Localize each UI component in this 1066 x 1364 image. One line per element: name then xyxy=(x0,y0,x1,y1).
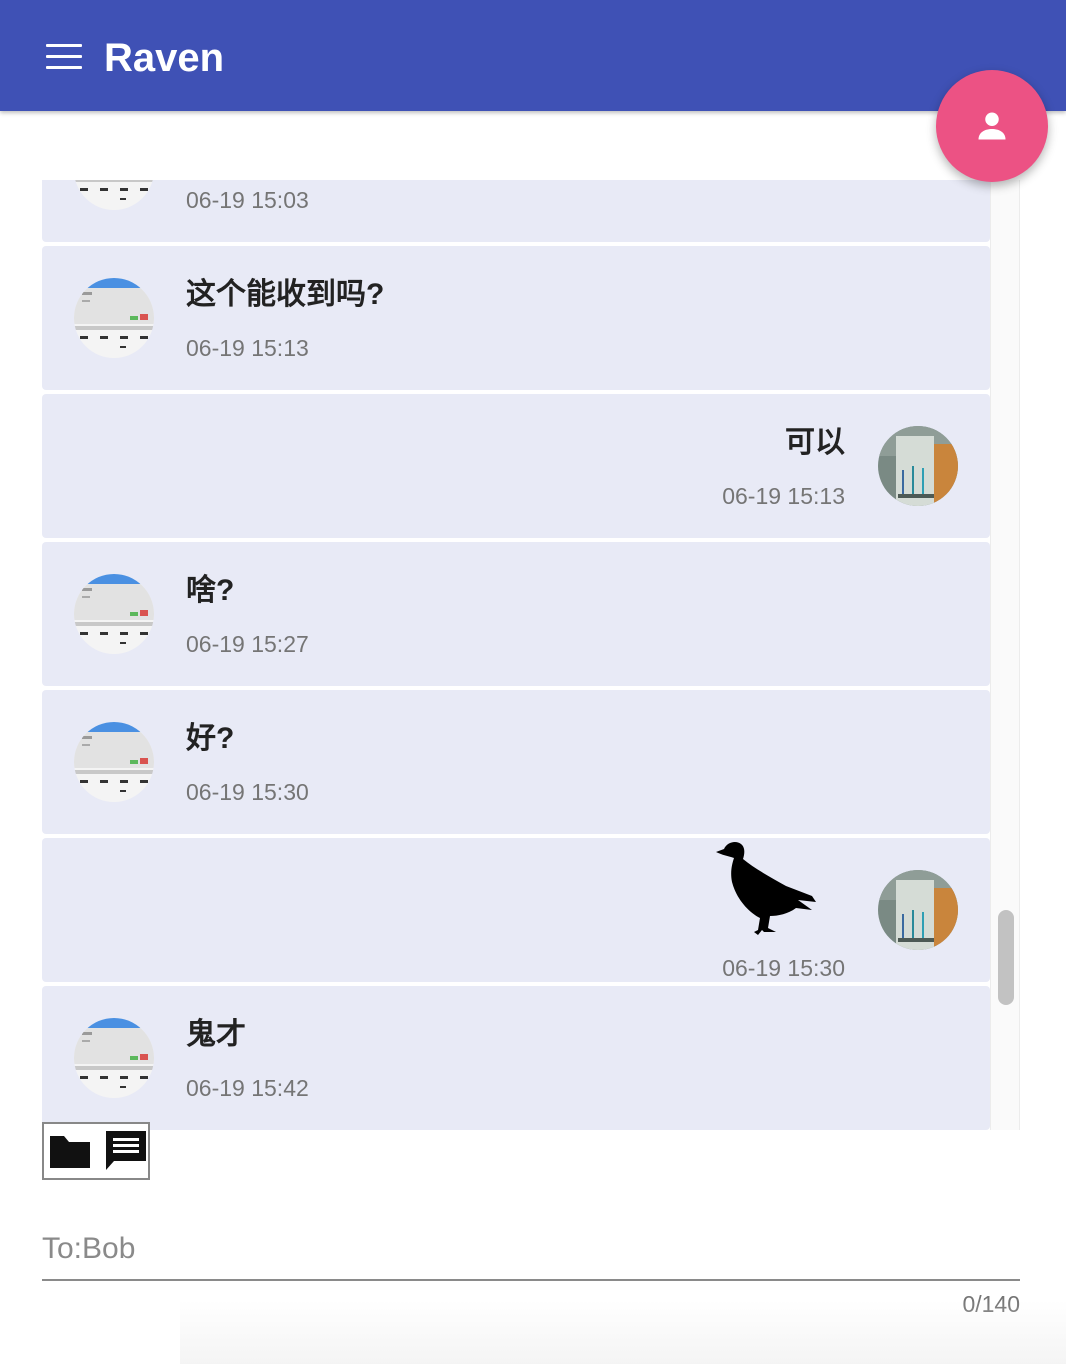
self-avatar xyxy=(878,426,958,506)
file-mode-button[interactable] xyxy=(46,1128,94,1174)
message-item[interactable]: 可以 06-19 15:13 xyxy=(42,394,990,538)
person-icon xyxy=(978,112,1006,140)
character-counter: 0/140 xyxy=(962,1291,1020,1317)
scrollbar-thumb[interactable] xyxy=(998,910,1014,1005)
message-time: 06-19 15:30 xyxy=(186,779,309,805)
message-item[interactable]: 这个能收到吗? 06-19 15:13 xyxy=(42,246,990,390)
message-item[interactable]: 06-19 15:30 xyxy=(42,838,990,982)
menu-icon[interactable] xyxy=(46,44,82,72)
message-icon xyxy=(106,1131,146,1170)
message-mode-toggle xyxy=(42,1122,150,1180)
raven-icon xyxy=(714,838,818,936)
message-time: 06-19 15:13 xyxy=(186,335,309,361)
message-text: 这个能收到吗? xyxy=(186,278,385,311)
sender-avatar xyxy=(74,278,154,358)
message-time: 06-19 15:30 xyxy=(722,955,845,981)
app-title: Raven xyxy=(104,36,225,80)
message-time: 06-19 15:27 xyxy=(186,631,309,657)
message-item[interactable]: 啥? 06-19 15:27 xyxy=(42,542,990,686)
message-input-container xyxy=(42,1222,1020,1281)
message-text: 鬼才 xyxy=(186,1018,246,1051)
text-mode-button[interactable] xyxy=(102,1128,150,1174)
sender-avatar xyxy=(74,180,154,210)
self-avatar xyxy=(878,870,958,950)
sender-avatar xyxy=(74,722,154,802)
sender-avatar xyxy=(74,1018,154,1098)
bottom-shadow xyxy=(180,1300,1066,1364)
message-text: 可以 xyxy=(785,426,845,459)
sender-avatar xyxy=(74,574,154,654)
message-list[interactable]: 06-19 15:03 这个能收到吗? 06-19 15:13 可以 06-19 15:… xyxy=(42,180,1020,1130)
app-bar: Raven xyxy=(0,0,1066,111)
message-time: 06-19 15:42 xyxy=(186,1075,309,1101)
message-item[interactable]: 06-19 15:03 xyxy=(42,180,990,242)
contacts-fab-button[interactable] xyxy=(936,70,1048,182)
message-time: 06-19 15:13 xyxy=(722,483,845,509)
message-text: 好? xyxy=(186,722,235,755)
message-input[interactable] xyxy=(42,1222,1020,1276)
message-item[interactable]: 好? 06-19 15:30 xyxy=(42,690,990,834)
folder-icon xyxy=(50,1136,90,1168)
message-text: 啥? xyxy=(186,574,235,607)
message-time: 06-19 15:03 xyxy=(186,187,309,213)
message-item[interactable]: 鬼才 06-19 15:42 xyxy=(42,986,990,1130)
